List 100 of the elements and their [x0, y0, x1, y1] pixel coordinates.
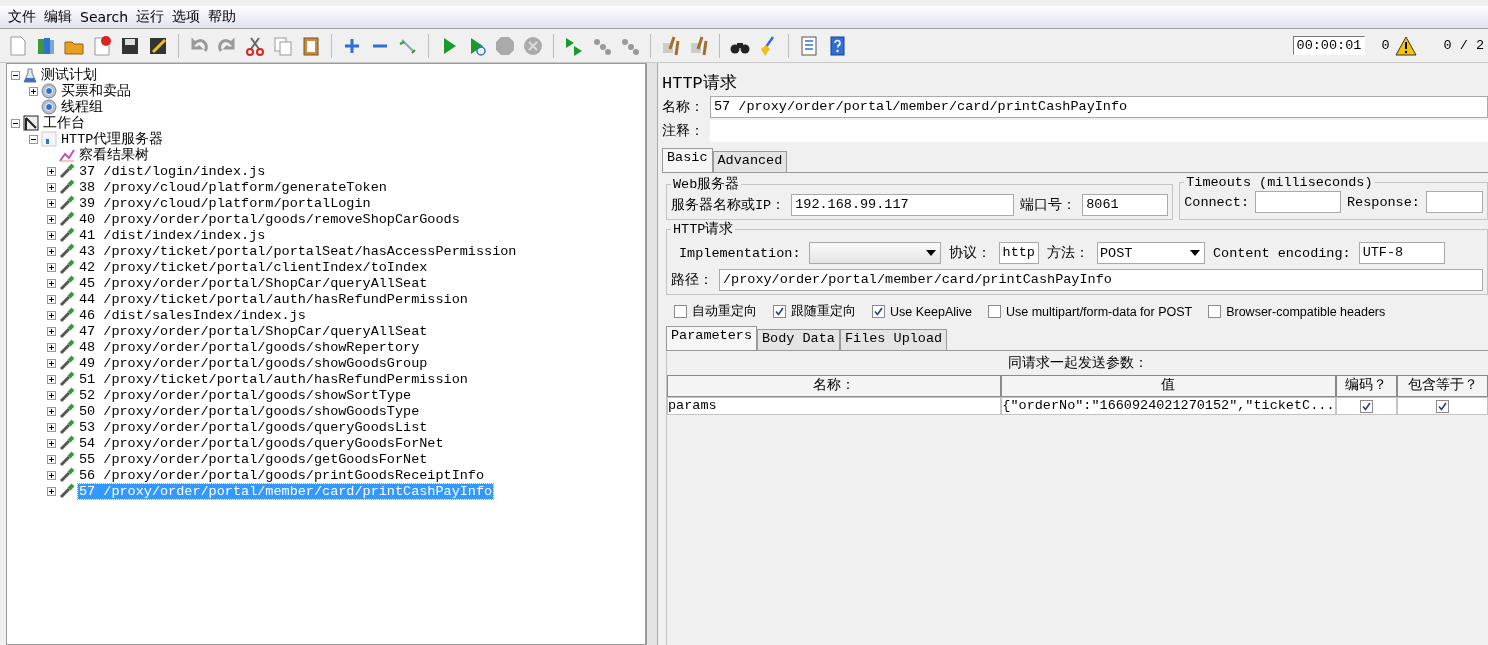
paste-icon[interactable] — [300, 34, 322, 57]
expand-icon[interactable] — [47, 182, 56, 192]
expand-icon[interactable] — [47, 422, 56, 432]
tree-item[interactable]: 43 /proxy/ticket/portal/portalSeat/hasAccessPermission — [78, 243, 518, 259]
tree-item[interactable]: 55 /proxy/order/portal/goods/getGoodsForNet — [78, 451, 429, 467]
close-file-icon[interactable] — [91, 34, 113, 57]
column-header[interactable]: 值 — [1001, 375, 1336, 397]
tab[interactable]: Basic — [662, 148, 713, 172]
expand-icon[interactable] — [47, 406, 56, 416]
expand-icon[interactable] — [47, 278, 56, 288]
tab[interactable]: Parameters — [666, 326, 757, 350]
tree-item[interactable]: 测试计划 — [40, 67, 98, 83]
tree-item[interactable]: 52 /proxy/order/portal/goods/showSortType — [78, 387, 413, 403]
expand-icon[interactable] — [47, 358, 56, 368]
column-header[interactable]: 名称： — [667, 375, 1002, 397]
menu-item[interactable]: 编辑 — [40, 8, 76, 26]
expand-icon[interactable] — [47, 262, 56, 272]
path-field[interactable]: /proxy/order/portal/member/card/printCashPayInfo — [719, 269, 1483, 291]
tree-item[interactable]: 50 /proxy/order/portal/goods/showGoodsType — [78, 403, 421, 419]
tree-item[interactable]: 察看结果树 — [78, 147, 150, 163]
expand-icon[interactable] — [47, 454, 56, 464]
tree-item[interactable]: 48 /proxy/order/portal/goods/showRepertory — [78, 339, 421, 355]
expand-icon[interactable] — [47, 246, 56, 256]
checkbox[interactable] — [988, 305, 1001, 318]
column-header[interactable]: 包含等于？ — [1397, 375, 1488, 397]
clear-all-icon[interactable] — [688, 34, 710, 57]
checkbox[interactable] — [1359, 399, 1373, 413]
expand-icon[interactable] — [47, 230, 56, 240]
menu-item[interactable]: 文件 — [4, 8, 40, 26]
tree-item[interactable]: 38 /proxy/cloud/platform/generateToken — [78, 179, 388, 195]
gear-icon — [41, 83, 57, 99]
pipette-icon — [59, 323, 75, 339]
menu-item[interactable]: Search — [76, 9, 133, 25]
encoding-field[interactable]: UTF-8 — [1358, 242, 1445, 264]
checkbox[interactable] — [674, 305, 687, 318]
pipette-icon — [59, 403, 75, 419]
checkbox[interactable] — [1208, 305, 1222, 318]
expand-icon[interactable] — [47, 470, 56, 480]
group-title: HTTP请求 — [672, 220, 735, 238]
expand-icon[interactable] — [47, 374, 56, 384]
clear-icon[interactable] — [660, 34, 682, 57]
checkbox-label[interactable]: Browser-compatible headers — [1226, 304, 1386, 319]
collapse-icon[interactable] — [11, 70, 20, 80]
tab[interactable]: Body Data — [757, 329, 840, 350]
collapse-icon[interactable] — [11, 118, 20, 128]
checkbox-label[interactable]: Use KeepAlive — [890, 304, 972, 319]
port-field[interactable]: 8061 — [1082, 194, 1169, 216]
expand-icon[interactable] — [47, 438, 56, 448]
tree-item[interactable]: 40 /proxy/order/portal/goods/removeShopCarGoods — [78, 211, 461, 227]
expand-icon[interactable] — [47, 486, 56, 496]
tree-item[interactable]: HTTP代理服务器 — [60, 131, 165, 147]
pipette-icon — [59, 179, 75, 195]
connect-field[interactable] — [1255, 191, 1341, 213]
menu-item[interactable]: 运行 — [132, 8, 169, 26]
menu-item[interactable]: 帮助 — [204, 8, 241, 26]
checkbox-label[interactable]: 跟随重定向 — [791, 303, 856, 320]
tree-item[interactable]: 41 /dist/index/index.js — [78, 227, 267, 243]
function-helper-icon[interactable] — [798, 34, 820, 57]
method-dropdown[interactable]: POST — [1096, 242, 1205, 264]
tab[interactable]: Files Upload — [839, 329, 948, 350]
tree-item[interactable]: 56 /proxy/order/portal/goods/printGoodsReceiptInfo — [78, 467, 486, 483]
tree-item[interactable]: 42 /proxy/ticket/portal/clientIndex/toIndex — [78, 259, 429, 275]
expand-icon[interactable] — [47, 166, 56, 176]
tree-item[interactable]: 买票和卖品 — [60, 83, 132, 99]
name-field[interactable]: 57 /proxy/order/portal/member/card/printCashPayInfo — [710, 96, 1488, 118]
pipette-icon — [59, 339, 75, 355]
tree-item[interactable]: 线程组 — [60, 99, 104, 115]
expand-icon[interactable] — [29, 86, 38, 96]
tree-item[interactable]: 37 /dist/login/index.js — [78, 163, 267, 179]
collapse-icon[interactable] — [29, 134, 38, 144]
menu-item[interactable]: 选项 — [168, 8, 205, 26]
tree-item[interactable]: 51 /proxy/ticket/portal/auth/hasRefundPermission — [78, 371, 469, 387]
tree-item[interactable]: 53 /proxy/order/portal/goods/queryGoodsList — [78, 419, 429, 435]
proxy-icon — [41, 131, 57, 147]
tab[interactable]: Advanced — [712, 151, 788, 172]
checkbox-label[interactable]: Use multipart/form-data for POST — [1006, 304, 1193, 319]
expand-icon[interactable] — [47, 342, 56, 352]
tree-item[interactable]: 47 /proxy/order/portal/ShopCar/queryAllSeat — [78, 323, 429, 339]
protocol-field[interactable]: http — [998, 242, 1039, 264]
tree-item[interactable]: 44 /proxy/ticket/portal/auth/hasRefundPermission — [78, 291, 469, 307]
checkbox[interactable] — [773, 305, 786, 318]
expand-icon[interactable] — [47, 214, 56, 224]
expand-icon[interactable] — [47, 390, 56, 400]
tree-item[interactable]: 49 /proxy/order/portal/goods/showGoodsGroup — [78, 355, 429, 371]
tree-item[interactable]: 工作台 — [42, 115, 86, 131]
checkbox[interactable] — [1436, 399, 1449, 413]
tree-item[interactable]: 54 /proxy/order/portal/goods/queryGoodsForNet — [78, 435, 445, 451]
tree-item[interactable]: 46 /dist/salesIndex/index.js — [78, 307, 307, 323]
tree-item[interactable]: 45 /proxy/order/portal/ShopCar/queryAllSeat — [78, 275, 429, 291]
column-header[interactable]: 编码？ — [1335, 375, 1397, 397]
tree-item[interactable]: 39 /proxy/cloud/platform/portalLogin — [78, 195, 372, 211]
expand-icon[interactable] — [47, 310, 56, 320]
server-label: 服务器名称或IP： — [671, 196, 786, 214]
response-field[interactable] — [1425, 191, 1483, 213]
checkbox-label[interactable]: 自动重定向 — [692, 303, 757, 320]
server-field[interactable]: 192.168.99.117 — [791, 194, 1015, 216]
expand-icon[interactable] — [47, 326, 56, 336]
expand-icon[interactable] — [47, 294, 56, 304]
expand-icon[interactable] — [47, 198, 56, 208]
checkbox[interactable] — [872, 305, 885, 318]
